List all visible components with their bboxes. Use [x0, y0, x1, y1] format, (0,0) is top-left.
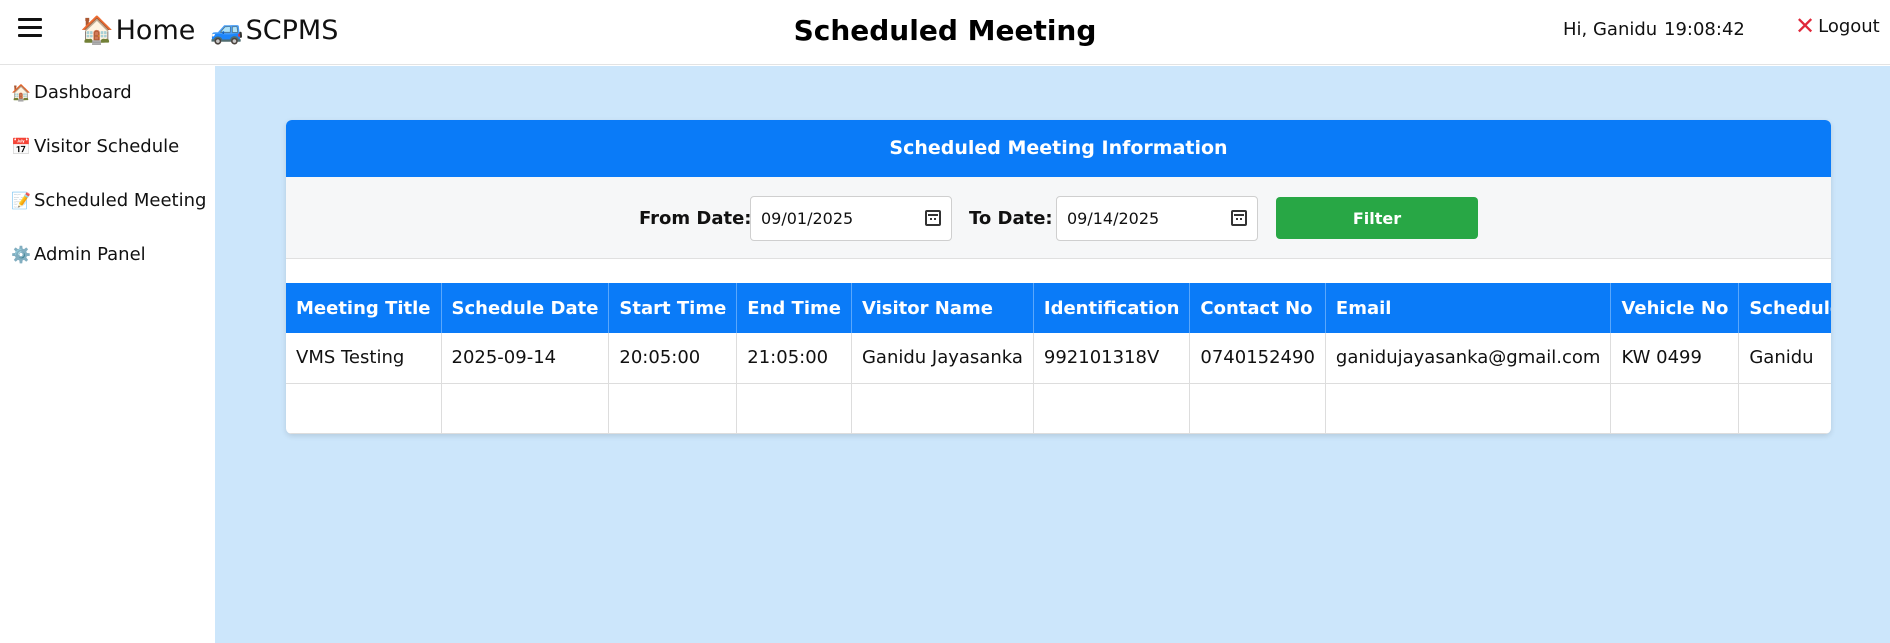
table-cell: VMS Testing: [286, 333, 442, 384]
table-cell: [851, 383, 1034, 434]
table-cell: 21:05:00: [736, 333, 852, 384]
from-date-value: 09/01/2025: [761, 209, 854, 228]
sidebar-item-scheduled-meeting[interactable]: 📝 Scheduled Meeting: [11, 190, 206, 211]
column-header: Email: [1325, 283, 1612, 333]
house-icon: 🏠: [11, 83, 31, 102]
column-header: Vehicle No: [1610, 283, 1740, 333]
table-row: [286, 383, 1831, 434]
column-header: Meeting Title: [286, 283, 442, 333]
brand-link[interactable]: 🚙 SCPMS: [210, 14, 339, 47]
table-header-row: Meeting Title Schedule Date Start Time E…: [286, 283, 1831, 333]
car-icon: 🚙: [210, 15, 244, 46]
sidebar-item-admin-panel[interactable]: ⚙️ Admin Panel: [11, 244, 146, 265]
from-date-input[interactable]: 09/01/2025: [750, 196, 952, 241]
filter-bar: From Date: 09/01/2025 To Date: 09/14/202…: [286, 177, 1831, 259]
from-date-label: From Date:: [639, 208, 752, 229]
user-greeting: Hi, Ganidu: [1563, 19, 1658, 40]
table-cell: ganidujayasanka@gmail.com: [1325, 333, 1612, 384]
table-cell: [608, 383, 738, 434]
home-link-label: Home: [115, 14, 196, 46]
logout-label: Logout: [1818, 15, 1880, 37]
to-date-label: To Date:: [969, 208, 1053, 229]
meetings-table: Meeting Title Schedule Date Start Time E…: [286, 283, 1831, 434]
sidebar-item-dashboard[interactable]: 🏠 Dashboard: [11, 82, 132, 103]
filter-button[interactable]: Filter: [1276, 197, 1478, 239]
table-cell: 992101318V: [1033, 333, 1191, 384]
sidebar-item-label: Scheduled Meeting: [34, 190, 207, 211]
calendar-icon[interactable]: [925, 210, 941, 226]
main-content: Scheduled Meeting Information From Date:…: [215, 66, 1890, 643]
logout-button[interactable]: ✕ Logout: [1795, 14, 1880, 38]
to-date-value: 09/14/2025: [1067, 209, 1160, 228]
table-cell: [1738, 383, 1831, 434]
home-link[interactable]: 🏠 Home: [80, 14, 196, 47]
menu-icon[interactable]: [18, 18, 42, 42]
card-title: Scheduled Meeting Information: [286, 120, 1831, 177]
table-cell: 2025-09-14: [441, 333, 610, 384]
table-cell: [1189, 383, 1326, 434]
column-header: Contact No: [1189, 283, 1326, 333]
close-icon: ✕: [1795, 12, 1816, 40]
table-cell: 0740152490: [1189, 333, 1326, 384]
top-navbar: 🏠 Home 🚙 SCPMS Scheduled Meeting Hi, Gan…: [0, 0, 1890, 65]
gear-icon: ⚙️: [11, 245, 31, 264]
column-header: Visitor Name: [851, 283, 1034, 333]
column-header: End Time: [736, 283, 852, 333]
table-cell: KW 0499: [1610, 333, 1740, 384]
table-cell: [441, 383, 610, 434]
sidebar-item-visitor-schedule[interactable]: 📅 Visitor Schedule: [11, 136, 179, 157]
table-cell: [1610, 383, 1740, 434]
memo-icon: 📝: [11, 191, 31, 210]
table-cell: Ganidu Jayasanka: [851, 333, 1034, 384]
to-date-input[interactable]: 09/14/2025: [1056, 196, 1258, 241]
column-header: Start Time: [608, 283, 738, 333]
sidebar: 🏠 Dashboard 📅 Visitor Schedule 📝 Schedul…: [0, 66, 215, 643]
table-cell: [1033, 383, 1191, 434]
house-icon: 🏠: [80, 15, 114, 46]
column-header: Scheduled Person: [1738, 283, 1831, 333]
sidebar-item-label: Dashboard: [34, 82, 132, 103]
table-cell: 20:05:00: [608, 333, 738, 384]
table-cell: [1325, 383, 1612, 434]
column-header: Schedule Date: [441, 283, 610, 333]
clock: 19:08:42: [1664, 19, 1745, 40]
meeting-info-card: Scheduled Meeting Information From Date:…: [286, 120, 1831, 434]
table-row: VMS Testing 2025-09-14 20:05:00 21:05:00…: [286, 333, 1831, 384]
table-cell: [286, 383, 442, 434]
table-cell: Ganidu: [1738, 333, 1831, 384]
sidebar-item-label: Visitor Schedule: [34, 136, 180, 157]
column-header: Identification: [1033, 283, 1191, 333]
sidebar-item-label: Admin Panel: [34, 244, 146, 265]
calendar-icon: 📅: [11, 137, 31, 156]
brand-label: SCPMS: [245, 14, 339, 46]
table-cell: [736, 383, 852, 434]
calendar-icon[interactable]: [1231, 210, 1247, 226]
